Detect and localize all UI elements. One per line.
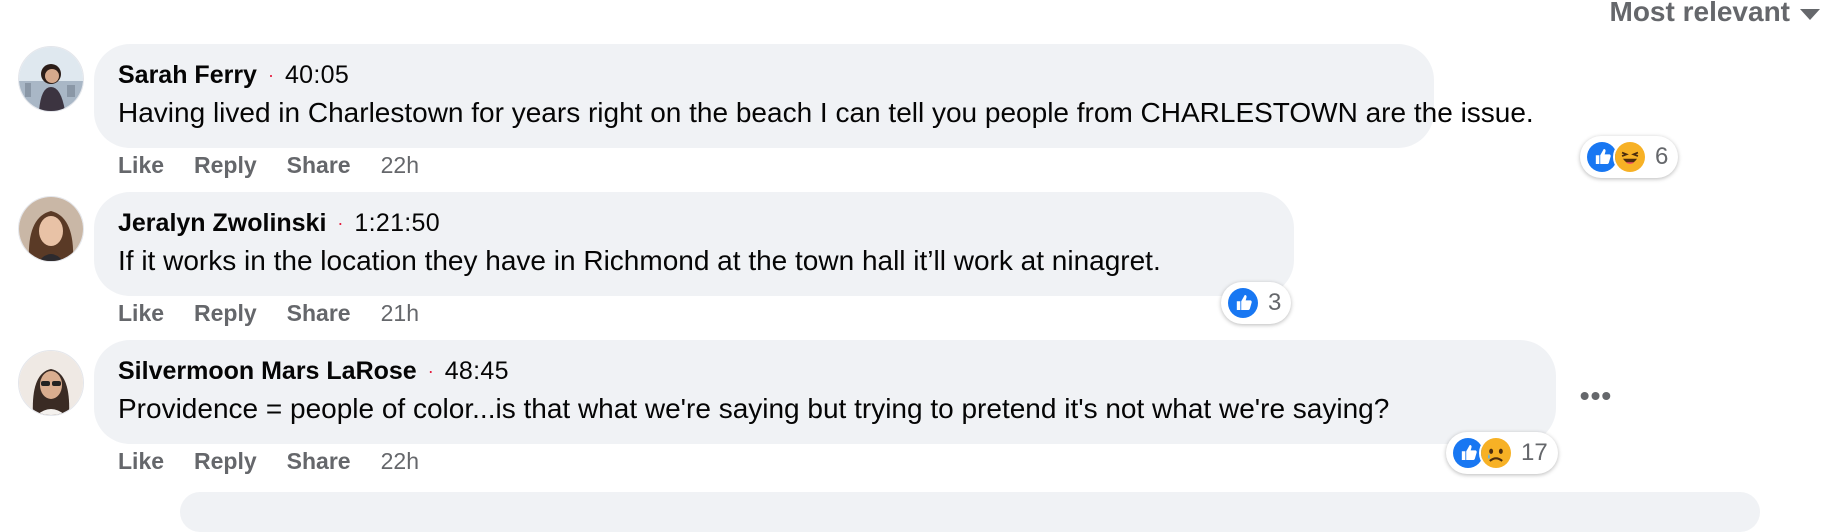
avatar[interactable]	[18, 196, 84, 262]
video-timestamp[interactable]: 1:21:50	[354, 209, 440, 238]
comment-age[interactable]: 22h	[381, 152, 419, 179]
video-timestamp[interactable]: 48:45	[445, 357, 509, 386]
like-button[interactable]: Like	[118, 152, 164, 179]
avatar[interactable]	[18, 350, 84, 416]
comment-actions: Like Reply Share 22h	[118, 148, 449, 182]
reaction-count: 17	[1521, 439, 1548, 466]
avatar[interactable]	[18, 46, 84, 112]
reaction-count: 3	[1268, 289, 1282, 316]
sort-label: Most relevant	[1609, 0, 1791, 27]
more-options-icon[interactable]: •••	[1578, 378, 1614, 414]
comment-bubble: Sarah Ferry · 40:05 Having lived in Char…	[94, 44, 1534, 148]
caret-down-icon	[1800, 8, 1820, 20]
author-name[interactable]: Silvermoon Mars LaRose	[118, 357, 417, 386]
comment-bubble: Silvermoon Mars LaRose · 48:45 Providenc…	[94, 340, 1556, 444]
comment-text: Having lived in Charlestown for years ri…	[118, 97, 1534, 128]
author-name[interactable]: Jeralyn Zwolinski	[118, 209, 326, 238]
reaction-summary[interactable]: 3	[1221, 282, 1292, 324]
separator-dot: ·	[267, 64, 274, 85]
reply-button[interactable]: Reply	[194, 448, 257, 475]
separator-dot: ·	[337, 212, 344, 233]
sort-dropdown[interactable]: Most relevant	[1609, 0, 1820, 30]
comment-actions: Like Reply Share 22h	[118, 444, 449, 478]
like-button[interactable]: Like	[118, 448, 164, 475]
author-name[interactable]: Sarah Ferry	[118, 61, 257, 90]
next-comment-bubble	[180, 492, 1760, 532]
share-button[interactable]: Share	[287, 300, 351, 327]
sad-reaction-icon	[1479, 436, 1513, 470]
reaction-summary[interactable]: 17	[1446, 432, 1558, 474]
like-reaction-icon	[1226, 286, 1260, 320]
video-timestamp[interactable]: 40:05	[285, 61, 349, 90]
comment-bubble: Jeralyn Zwolinski · 1:21:50 If it works …	[94, 192, 1294, 296]
reaction-count: 6	[1655, 143, 1669, 170]
comment-actions: Like Reply Share 21h	[118, 296, 449, 330]
comment-text: If it works in the location they have in…	[118, 245, 1161, 276]
reply-button[interactable]: Reply	[194, 300, 257, 327]
comment-age[interactable]: 21h	[381, 300, 419, 327]
share-button[interactable]: Share	[287, 448, 351, 475]
like-button[interactable]: Like	[118, 300, 164, 327]
haha-reaction-icon	[1613, 140, 1647, 174]
reaction-summary[interactable]: 6	[1580, 136, 1679, 178]
comment-age[interactable]: 22h	[381, 448, 419, 475]
comment-text: Providence = people of color...is that w…	[118, 393, 1390, 424]
reply-button[interactable]: Reply	[194, 152, 257, 179]
share-button[interactable]: Share	[287, 152, 351, 179]
separator-dot: ·	[427, 360, 434, 381]
